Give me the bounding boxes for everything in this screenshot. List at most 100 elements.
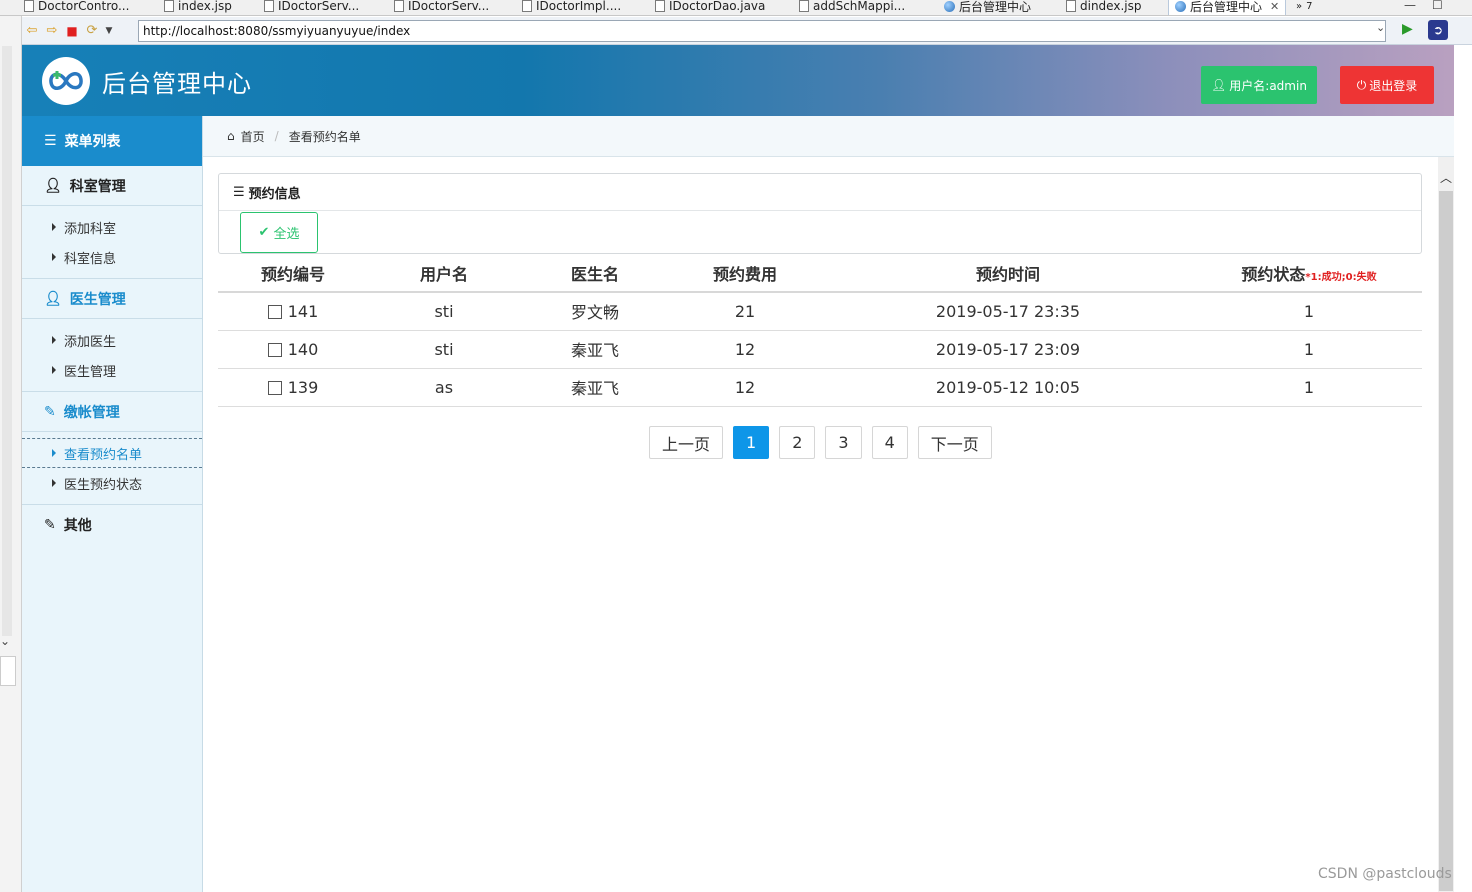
power-icon: ⏻ <box>1356 77 1367 92</box>
col-header-fee: 预约费用 <box>670 254 820 293</box>
row-checkbox[interactable] <box>267 380 282 395</box>
chevron-down-icon[interactable]: ▼ <box>102 21 116 41</box>
tab-overflow[interactable]: » 7 <box>1296 0 1313 15</box>
user-button[interactable]: 👤︎ 用户名:admin <box>1201 66 1317 104</box>
check-icon: ✔ <box>258 225 270 240</box>
cell-time: 2019-05-12 10:05 <box>820 368 1196 407</box>
caret-right-icon <box>52 336 56 344</box>
chevron-up-icon[interactable]: ︿ <box>1440 169 1452 186</box>
close-icon[interactable]: ✕ <box>1270 0 1279 13</box>
select-all-button[interactable]: ✔ 全选 <box>240 212 318 253</box>
table-header-row: 预约编号 用户名 医生名 预约费用 预约时间 预约状态*1:成功;0:失败 <box>218 254 1422 293</box>
table-row: 140 sti 秦亚飞 12 2019-05-17 23:09 1 <box>218 330 1422 369</box>
app-header: 后台管理中心 👤︎ 用户名:admin ⏻ 退出登录 <box>22 45 1454 116</box>
logout-button[interactable]: ⏻ 退出登录 <box>1340 66 1434 104</box>
ide-tab-strip: DoctorContro... index.jsp IDoctorServ...… <box>0 0 1472 16</box>
sidebar-menu-title: ☰ 菜单列表 <box>22 116 202 166</box>
cell-id: 141 <box>218 292 368 331</box>
ide-tab[interactable]: index.jsp <box>164 0 232 15</box>
page-button-4[interactable]: 4 <box>871 426 908 459</box>
sidebar-section-other[interactable]: ✎ 其他 <box>22 505 202 545</box>
ide-tab[interactable]: 后台管理中心 <box>944 0 1031 15</box>
ide-tab[interactable]: IDoctorServ... <box>264 0 359 15</box>
ide-tab-active[interactable]: 后台管理中心 ✕ <box>1168 0 1287 15</box>
sidebar-item-add-department[interactable]: 添加科室 <box>22 212 202 242</box>
ide-tab[interactable]: IDoctorDao.java <box>655 0 765 15</box>
jsp-file-icon <box>1066 0 1076 12</box>
refresh-icon[interactable]: ⟳ <box>82 21 102 41</box>
status-legend: *1:成功;0:失败 <box>1305 271 1377 283</box>
logo-icon <box>42 57 90 105</box>
chevron-down-icon[interactable]: ⌄ <box>0 634 10 648</box>
user-icon: 👤︎ <box>44 290 62 307</box>
sidebar-item-view-appointments[interactable]: 查看预约名单 <box>22 438 202 468</box>
jsp-file-icon <box>164 0 174 12</box>
java-file-icon <box>24 0 34 12</box>
go-icon[interactable]: ▶ <box>1402 21 1413 37</box>
table-row: 141 sti 罗文畅 21 2019-05-17 23:35 1 <box>218 292 1422 331</box>
cell-user: as <box>368 368 520 407</box>
panel-title: ☰ 预约信息 <box>219 174 1421 211</box>
caret-right-icon <box>52 366 56 374</box>
edit-icon: ✎ <box>44 517 56 533</box>
col-header-status: 预约状态*1:成功;0:失败 <box>1196 254 1422 293</box>
sidebar-item-doctor-appointment-status[interactable]: 医生预约状态 <box>22 468 202 498</box>
forward-icon[interactable]: ⇨ <box>42 21 62 41</box>
stop-icon[interactable]: ■ <box>62 21 82 41</box>
globe-icon <box>944 0 955 12</box>
url-dropdown-icon[interactable]: ⌄ <box>1376 21 1385 34</box>
sidebar-section-doctor[interactable]: 👤︎ 医生管理 <box>22 279 202 319</box>
java-file-icon <box>394 0 404 12</box>
cell-status: 1 <box>1196 292 1422 331</box>
ide-left-panel: ⌄ <box>0 16 22 892</box>
cell-fee: 21 <box>670 292 820 331</box>
main-scrollbar[interactable]: ︿ <box>1438 157 1454 892</box>
row-checkbox[interactable] <box>267 304 282 319</box>
xml-file-icon <box>799 0 809 12</box>
prev-page-button[interactable]: 上一页 <box>649 426 724 459</box>
breadcrumb-home[interactable]: 首页 <box>241 128 265 145</box>
cell-time: 2019-05-17 23:09 <box>820 330 1196 369</box>
cell-user: sti <box>368 292 520 331</box>
cell-doctor: 秦亚飞 <box>520 330 670 369</box>
next-page-button[interactable]: 下一页 <box>917 426 992 459</box>
pagination: 上一页 1 2 3 4 下一页 <box>649 426 992 459</box>
sidebar-section-department[interactable]: 👤︎ 科室管理 <box>22 166 202 206</box>
ide-tab[interactable]: IDoctorServ... <box>394 0 489 15</box>
sidebar-section-billing[interactable]: ✎ 缴帐管理 <box>22 392 202 432</box>
left-scrollbar[interactable] <box>2 46 12 636</box>
maximize-icon[interactable]: ☐ <box>1432 0 1443 12</box>
minimize-icon[interactable]: — <box>1404 0 1416 12</box>
ide-tab[interactable]: IDoctorImpl.... <box>522 0 621 15</box>
ide-tab[interactable]: DoctorContro... <box>24 0 129 15</box>
page-button-3[interactable]: 3 <box>825 426 862 459</box>
user-icon: 👤︎ <box>44 177 62 194</box>
col-header-doctor: 医生名 <box>520 254 670 293</box>
breadcrumb-separator: / <box>274 129 279 143</box>
caret-right-icon <box>52 449 56 457</box>
scrollbar-thumb[interactable] <box>1439 191 1453 891</box>
breadcrumb-current: 查看预约名单 <box>288 129 361 144</box>
sidebar-item-doctor-manage[interactable]: 医生管理 <box>22 355 202 385</box>
page-button-2[interactable]: 2 <box>779 426 816 459</box>
home-icon: ⌂ <box>227 129 235 143</box>
list-icon: ☰ <box>233 184 245 200</box>
sidebar-item-add-doctor[interactable]: 添加医生 <box>22 325 202 355</box>
row-checkbox[interactable] <box>267 342 282 357</box>
side-panel <box>0 656 16 686</box>
col-header-user: 用户名 <box>368 254 520 293</box>
back-icon[interactable]: ⇦ <box>22 21 42 41</box>
app-title: 后台管理中心 <box>102 70 252 98</box>
url-input[interactable]: http://localhost:8080/ssmyiyuanyuyue/ind… <box>138 20 1386 42</box>
caret-right-icon <box>52 479 56 487</box>
extension-icon[interactable]: ➲ <box>1428 20 1448 40</box>
globe-icon <box>1175 1 1186 12</box>
ide-tab[interactable]: dindex.jsp <box>1066 0 1141 15</box>
java-file-icon <box>655 0 665 12</box>
java-file-icon <box>522 0 532 12</box>
edit-icon: ✎ <box>44 403 56 420</box>
ide-tab[interactable]: addSchMappi... <box>799 0 905 15</box>
page-button-1[interactable]: 1 <box>733 426 770 459</box>
sidebar-item-department-info[interactable]: 科室信息 <box>22 242 202 272</box>
user-icon: 👤︎ <box>1211 78 1227 92</box>
